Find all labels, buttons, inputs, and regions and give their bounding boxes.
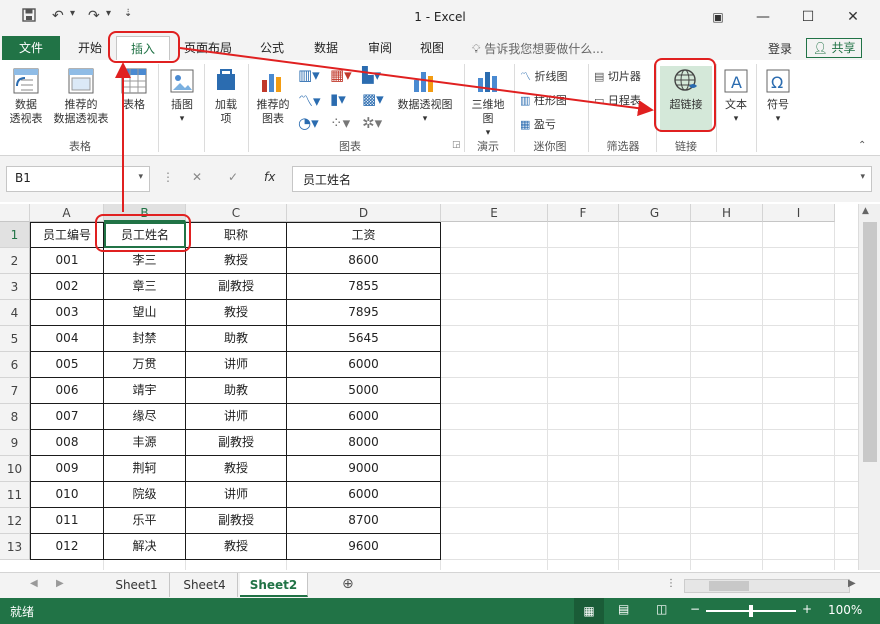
- hscroll-right-icon[interactable]: ▶: [848, 578, 856, 589]
- arrow-to-hyperlink: [179, 47, 654, 117]
- sheet-tab-sheet1[interactable]: Sheet1: [104, 573, 170, 597]
- page-break-view-icon[interactable]: ◫: [656, 602, 667, 616]
- horizontal-scrollbar[interactable]: [684, 579, 850, 593]
- zoom-slider[interactable]: [706, 605, 796, 617]
- sheet-tab-sheet2[interactable]: Sheet2: [240, 573, 308, 597]
- hscroll-thumb[interactable]: [709, 581, 749, 591]
- page-layout-view-icon[interactable]: ▤: [618, 602, 629, 616]
- sheet-tab-sheet4[interactable]: Sheet4: [172, 573, 238, 597]
- zoom-level[interactable]: 100%: [828, 603, 862, 617]
- scroll-left-icon[interactable]: ◀: [30, 578, 38, 589]
- normal-view-icon[interactable]: ▦: [574, 598, 604, 624]
- zoom-slider-thumb[interactable]: [749, 605, 753, 617]
- add-sheet-icon[interactable]: ⊕: [342, 576, 354, 592]
- zoom-out-icon[interactable]: −: [690, 602, 700, 616]
- more-sheets-icon[interactable]: ⋮: [666, 578, 676, 589]
- annotation-arrows: [115, 47, 654, 212]
- scroll-right-icon[interactable]: ▶: [56, 578, 64, 589]
- status-ready: 就绪: [10, 605, 35, 619]
- zoom-in-icon[interactable]: +: [802, 602, 812, 616]
- sheet-tab-bar: ◀ ▶ Sheet1 Sheet4 Sheet2 ⊕ ⋮ ▶: [0, 572, 880, 598]
- status-bar: 就绪 ▦ ▤ ◫ − + 100%: [0, 598, 880, 624]
